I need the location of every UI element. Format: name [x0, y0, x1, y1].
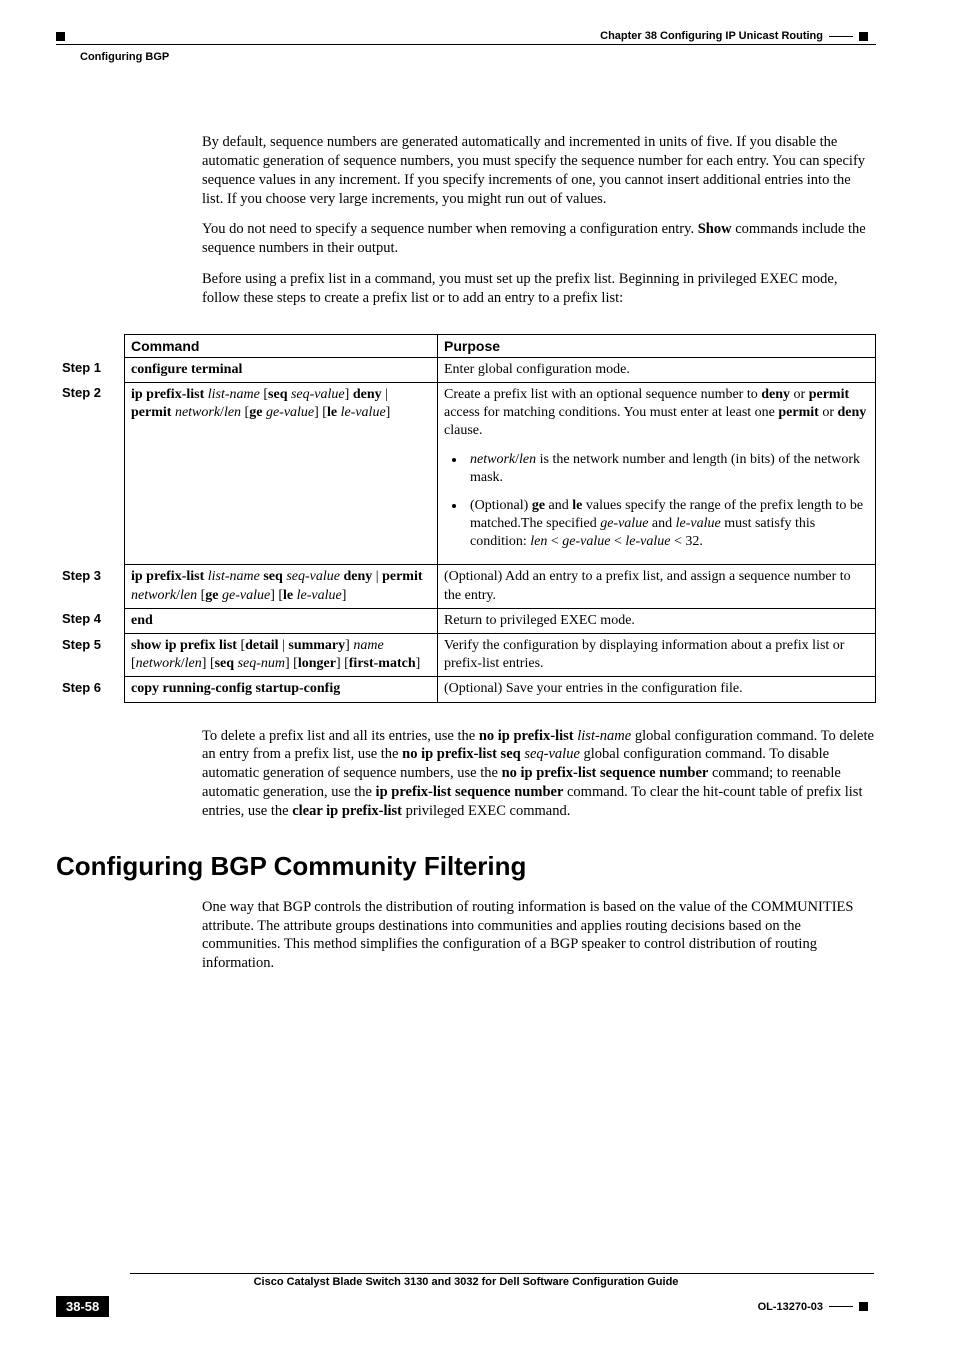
purpose-cell: Return to privileged EXEC mode. [438, 608, 876, 633]
section-label: Configuring BGP [80, 51, 876, 63]
table-row: Step 5show ip prefix list [detail | summ… [56, 634, 876, 677]
page-footer: Cisco Catalyst Blade Switch 3130 and 303… [56, 1273, 876, 1317]
paragraph: By default, sequence numbers are generat… [202, 133, 874, 208]
command-cell: copy running-config startup-config [125, 677, 438, 702]
purpose-cell: (Optional) Save your entries in the conf… [438, 677, 876, 702]
command-cell: ip prefix-list list-name [seq seq-value]… [125, 382, 438, 565]
step-label: Step 1 [56, 357, 125, 382]
command-table: Command Purpose Step 1configure terminal… [56, 334, 876, 703]
purpose-cell: Verify the configuration by displaying i… [438, 634, 876, 677]
header-square-icon [859, 32, 868, 41]
page-number: 38-58 [56, 1296, 109, 1317]
purpose-list: network/len is the network number and le… [444, 451, 869, 552]
paragraph: You do not need to specify a sequence nu… [202, 220, 874, 258]
table-header-command: Command [125, 334, 438, 357]
paragraph: Before using a prefix list in a command,… [202, 270, 874, 308]
purpose-cell: Enter global configuration mode. [438, 357, 876, 382]
table-header-purpose: Purpose [438, 334, 876, 357]
step-label: Step 5 [56, 634, 125, 677]
step-label: Step 6 [56, 677, 125, 702]
table-row: Step 6copy running-config startup-config… [56, 677, 876, 702]
step-label: Step 4 [56, 608, 125, 633]
command-cell: end [125, 608, 438, 633]
table-row: Step 4endReturn to privileged EXEC mode. [56, 608, 876, 633]
purpose-cell: Create a prefix list with an optional se… [438, 382, 876, 565]
purpose-cell: (Optional) Add an entry to a prefix list… [438, 565, 876, 608]
command-cell: show ip prefix list [detail | summary] n… [125, 634, 438, 677]
page-header: Chapter 38 Configuring IP Unicast Routin… [56, 30, 876, 45]
paragraph: To delete a prefix list and all its entr… [202, 727, 874, 821]
paragraph: One way that BGP controls the distributi… [202, 898, 874, 973]
table-header-step [56, 334, 125, 357]
command-cell: configure terminal [125, 357, 438, 382]
list-item: network/len is the network number and le… [466, 451, 869, 487]
doc-id: OL-13270-03 [758, 1301, 823, 1313]
table-row: Step 1configure terminalEnter global con… [56, 357, 876, 382]
list-item: (Optional) ge and le values specify the … [466, 497, 869, 552]
table-row: Step 2ip prefix-list list-name [seq seq-… [56, 382, 876, 565]
chapter-label: Chapter 38 Configuring IP Unicast Routin… [600, 30, 823, 42]
footer-title: Cisco Catalyst Blade Switch 3130 and 303… [56, 1276, 876, 1288]
step-label: Step 3 [56, 565, 125, 608]
section-heading: Configuring BGP Community Filtering [56, 851, 876, 882]
footer-rule-icon [829, 1306, 853, 1307]
header-rule-icon [829, 36, 853, 37]
footer-square-icon [859, 1302, 868, 1311]
table-row: Step 3ip prefix-list list-name seq seq-v… [56, 565, 876, 608]
body-paragraphs: By default, sequence numbers are generat… [202, 133, 874, 308]
header-square-icon [56, 32, 65, 41]
step-label: Step 2 [56, 382, 125, 565]
command-cell: ip prefix-list list-name seq seq-value d… [125, 565, 438, 608]
